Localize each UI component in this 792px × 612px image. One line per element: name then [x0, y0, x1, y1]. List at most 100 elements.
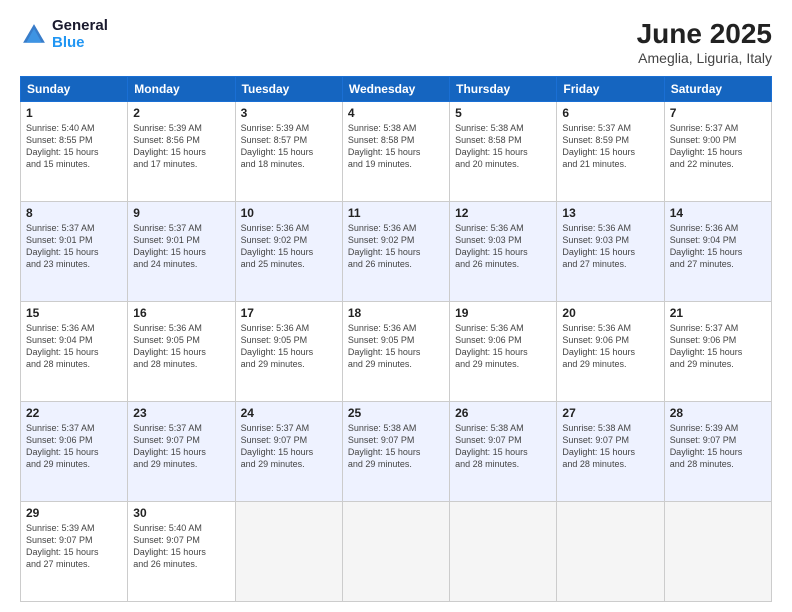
calendar-cell — [342, 502, 449, 602]
sunset-label: Sunset: 9:03 PM — [562, 235, 629, 245]
calendar-week-row: 29 Sunrise: 5:39 AM Sunset: 9:07 PM Dayl… — [21, 502, 772, 602]
cell-info: Sunrise: 5:36 AM Sunset: 9:04 PM Dayligh… — [670, 222, 766, 271]
cell-info: Sunrise: 5:37 AM Sunset: 9:06 PM Dayligh… — [26, 422, 122, 471]
day-number: 22 — [26, 406, 122, 420]
cell-info: Sunrise: 5:36 AM Sunset: 9:05 PM Dayligh… — [241, 322, 337, 371]
header: General Blue June 2025 Ameglia, Liguria,… — [20, 18, 772, 66]
day-number: 10 — [241, 206, 337, 220]
sunrise-label: Sunrise: 5:37 AM — [241, 423, 310, 433]
month-title: June 2025 — [637, 18, 772, 50]
calendar-cell: 17 Sunrise: 5:36 AM Sunset: 9:05 PM Dayl… — [235, 302, 342, 402]
cell-info: Sunrise: 5:37 AM Sunset: 9:06 PM Dayligh… — [670, 322, 766, 371]
sunrise-label: Sunrise: 5:36 AM — [562, 223, 631, 233]
calendar-cell — [557, 502, 664, 602]
sunrise-label: Sunrise: 5:39 AM — [133, 123, 202, 133]
daylight-label: Daylight: 15 hours — [455, 147, 528, 157]
calendar-day-header: Tuesday — [235, 77, 342, 102]
daylight-label: Daylight: 15 hours — [133, 347, 206, 357]
daylight-minutes: and 28 minutes. — [670, 459, 734, 469]
calendar-cell: 26 Sunrise: 5:38 AM Sunset: 9:07 PM Dayl… — [450, 402, 557, 502]
sunset-label: Sunset: 9:07 PM — [133, 535, 200, 545]
cell-info: Sunrise: 5:37 AM Sunset: 9:07 PM Dayligh… — [133, 422, 229, 471]
sunset-label: Sunset: 9:07 PM — [670, 435, 737, 445]
cell-info: Sunrise: 5:37 AM Sunset: 8:59 PM Dayligh… — [562, 122, 658, 171]
day-number: 19 — [455, 306, 551, 320]
calendar-day-header: Friday — [557, 77, 664, 102]
daylight-minutes: and 29 minutes. — [241, 459, 305, 469]
daylight-label: Daylight: 15 hours — [670, 147, 743, 157]
day-number: 5 — [455, 106, 551, 120]
cell-info: Sunrise: 5:36 AM Sunset: 9:03 PM Dayligh… — [455, 222, 551, 271]
sunset-label: Sunset: 9:02 PM — [348, 235, 415, 245]
day-number: 28 — [670, 406, 766, 420]
sunrise-label: Sunrise: 5:36 AM — [670, 223, 739, 233]
day-number: 1 — [26, 106, 122, 120]
day-number: 2 — [133, 106, 229, 120]
calendar-cell: 20 Sunrise: 5:36 AM Sunset: 9:06 PM Dayl… — [557, 302, 664, 402]
calendar-cell: 24 Sunrise: 5:37 AM Sunset: 9:07 PM Dayl… — [235, 402, 342, 502]
day-number: 20 — [562, 306, 658, 320]
day-number: 21 — [670, 306, 766, 320]
daylight-minutes: and 22 minutes. — [670, 159, 734, 169]
cell-info: Sunrise: 5:36 AM Sunset: 9:02 PM Dayligh… — [241, 222, 337, 271]
sunset-label: Sunset: 9:07 PM — [133, 435, 200, 445]
sunrise-label: Sunrise: 5:37 AM — [26, 423, 95, 433]
sunrise-label: Sunrise: 5:36 AM — [26, 323, 95, 333]
day-number: 13 — [562, 206, 658, 220]
calendar-cell: 30 Sunrise: 5:40 AM Sunset: 9:07 PM Dayl… — [128, 502, 235, 602]
sunset-label: Sunset: 9:05 PM — [133, 335, 200, 345]
calendar-cell: 21 Sunrise: 5:37 AM Sunset: 9:06 PM Dayl… — [664, 302, 771, 402]
sunrise-label: Sunrise: 5:37 AM — [133, 223, 202, 233]
daylight-minutes: and 28 minutes. — [26, 359, 90, 369]
calendar-cell: 6 Sunrise: 5:37 AM Sunset: 8:59 PM Dayli… — [557, 102, 664, 202]
daylight-label: Daylight: 15 hours — [241, 147, 314, 157]
calendar-cell: 29 Sunrise: 5:39 AM Sunset: 9:07 PM Dayl… — [21, 502, 128, 602]
sunset-label: Sunset: 8:59 PM — [562, 135, 629, 145]
daylight-label: Daylight: 15 hours — [562, 447, 635, 457]
calendar-day-header: Saturday — [664, 77, 771, 102]
logo-icon — [20, 21, 48, 49]
day-number: 4 — [348, 106, 444, 120]
daylight-minutes: and 27 minutes. — [670, 259, 734, 269]
sunrise-label: Sunrise: 5:36 AM — [348, 223, 417, 233]
daylight-label: Daylight: 15 hours — [241, 247, 314, 257]
day-number: 29 — [26, 506, 122, 520]
day-number: 15 — [26, 306, 122, 320]
sunset-label: Sunset: 8:58 PM — [455, 135, 522, 145]
calendar-week-row: 8 Sunrise: 5:37 AM Sunset: 9:01 PM Dayli… — [21, 202, 772, 302]
sunrise-label: Sunrise: 5:38 AM — [455, 123, 524, 133]
daylight-minutes: and 29 minutes. — [562, 359, 626, 369]
daylight-minutes: and 28 minutes. — [562, 459, 626, 469]
logo: General Blue — [20, 18, 108, 51]
day-number: 11 — [348, 206, 444, 220]
daylight-minutes: and 28 minutes. — [133, 359, 197, 369]
calendar-cell — [450, 502, 557, 602]
daylight-label: Daylight: 15 hours — [455, 447, 528, 457]
calendar-cell: 14 Sunrise: 5:36 AM Sunset: 9:04 PM Dayl… — [664, 202, 771, 302]
calendar-cell: 12 Sunrise: 5:36 AM Sunset: 9:03 PM Dayl… — [450, 202, 557, 302]
sunset-label: Sunset: 9:01 PM — [26, 235, 93, 245]
day-number: 17 — [241, 306, 337, 320]
daylight-label: Daylight: 15 hours — [26, 447, 99, 457]
calendar-cell: 7 Sunrise: 5:37 AM Sunset: 9:00 PM Dayli… — [664, 102, 771, 202]
sunrise-label: Sunrise: 5:40 AM — [26, 123, 95, 133]
sunset-label: Sunset: 8:57 PM — [241, 135, 308, 145]
page: General Blue June 2025 Ameglia, Liguria,… — [0, 0, 792, 612]
logo-text: General Blue — [52, 18, 108, 51]
sunrise-label: Sunrise: 5:37 AM — [133, 423, 202, 433]
sunrise-label: Sunrise: 5:40 AM — [133, 523, 202, 533]
sunset-label: Sunset: 8:56 PM — [133, 135, 200, 145]
day-number: 12 — [455, 206, 551, 220]
calendar-cell: 13 Sunrise: 5:36 AM Sunset: 9:03 PM Dayl… — [557, 202, 664, 302]
cell-info: Sunrise: 5:37 AM Sunset: 9:00 PM Dayligh… — [670, 122, 766, 171]
daylight-minutes: and 27 minutes. — [26, 559, 90, 569]
cell-info: Sunrise: 5:37 AM Sunset: 9:01 PM Dayligh… — [26, 222, 122, 271]
calendar-cell: 3 Sunrise: 5:39 AM Sunset: 8:57 PM Dayli… — [235, 102, 342, 202]
calendar-day-header: Sunday — [21, 77, 128, 102]
daylight-minutes: and 29 minutes. — [455, 359, 519, 369]
sunset-label: Sunset: 9:05 PM — [348, 335, 415, 345]
sunset-label: Sunset: 9:07 PM — [26, 535, 93, 545]
sunrise-label: Sunrise: 5:36 AM — [241, 223, 310, 233]
cell-info: Sunrise: 5:37 AM Sunset: 9:07 PM Dayligh… — [241, 422, 337, 471]
calendar-day-header: Wednesday — [342, 77, 449, 102]
